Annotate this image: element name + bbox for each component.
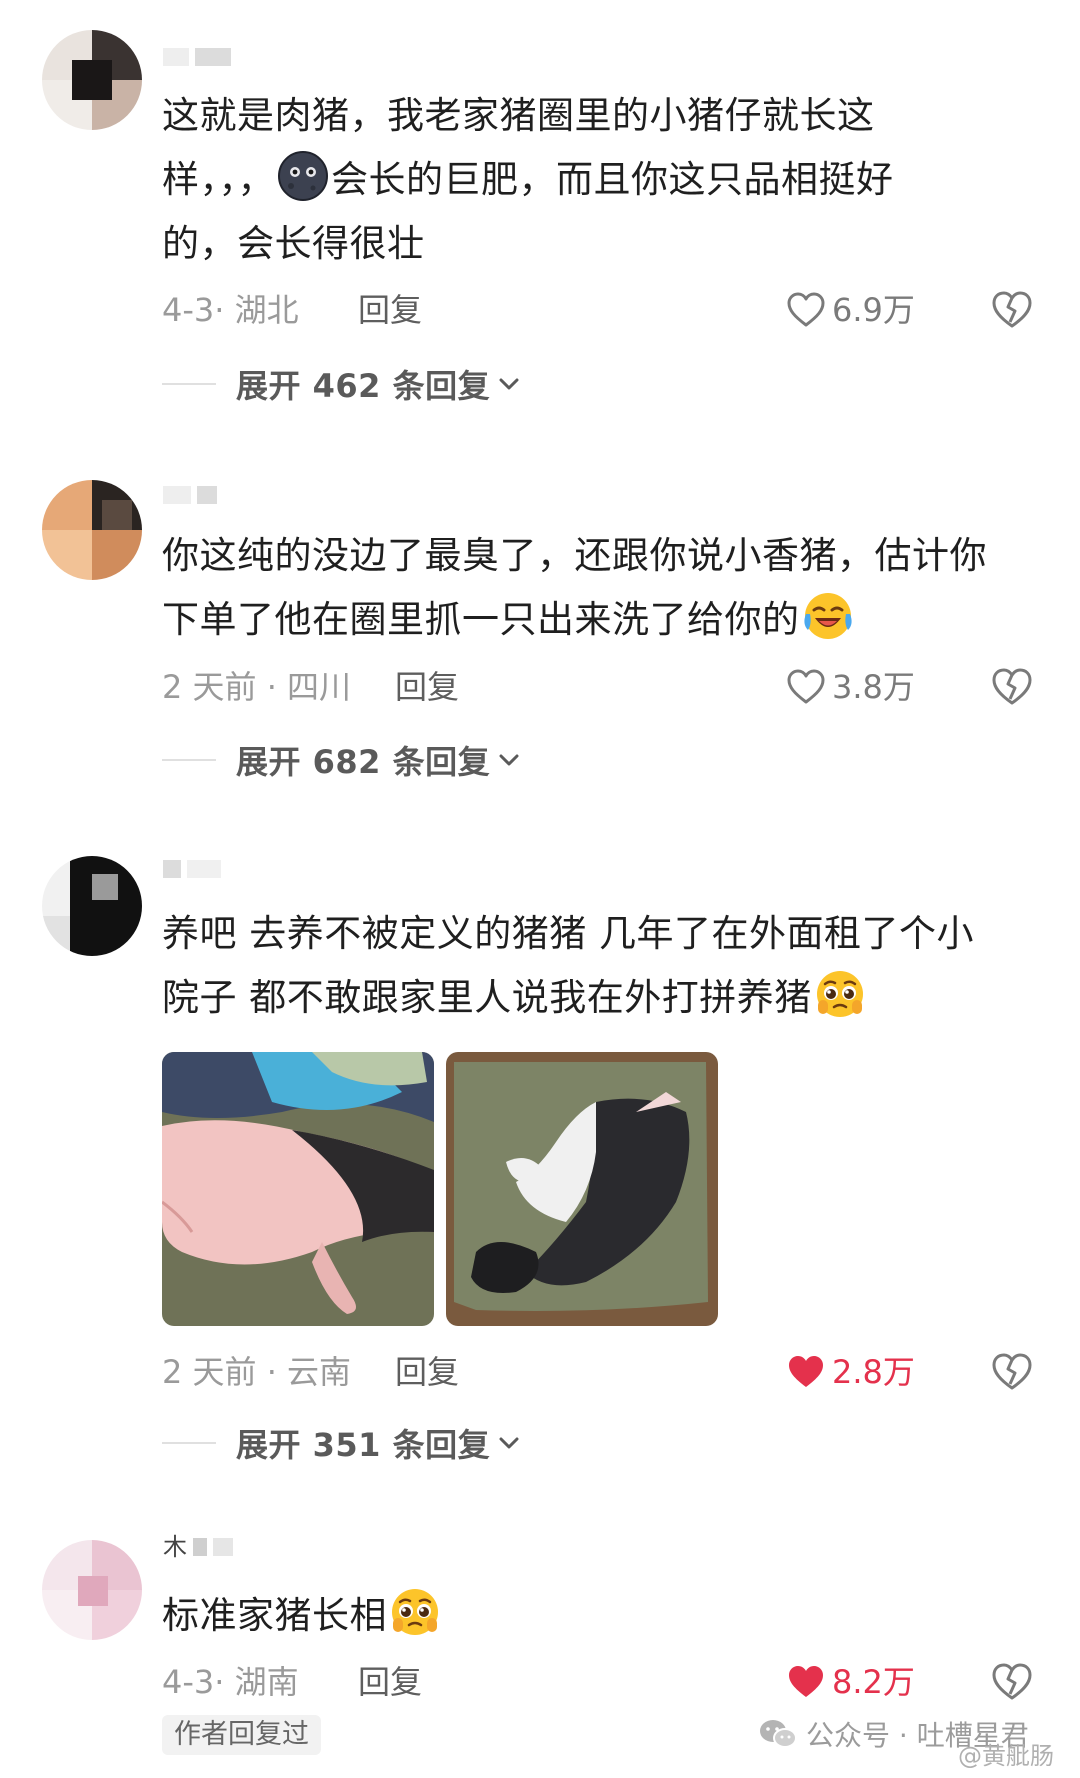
broken-heart-icon[interactable]: [990, 288, 1034, 332]
heart-filled-icon: [789, 1356, 823, 1387]
like-button[interactable]: 3.8万: [786, 665, 915, 709]
pleading-face-icon: [816, 971, 863, 1017]
avatar[interactable]: [42, 856, 142, 956]
broken-heart-icon[interactable]: [990, 1660, 1034, 1704]
avatar[interactable]: [42, 1540, 142, 1640]
reply-button[interactable]: 回复: [358, 1660, 422, 1704]
username[interactable]: 木: [163, 1535, 233, 1559]
reply-button[interactable]: 回复: [358, 288, 422, 332]
comment-text: 这就是肉猪，我老家猪圈里的小猪仔就长这 样，，， 会长的巨肥，而且你这只品相挺好 …: [162, 94, 894, 265]
pink-pig-photo[interactable]: [162, 1052, 434, 1326]
divider-line: [162, 1442, 216, 1444]
comment-time-location: 4-3· 湖北: [162, 291, 299, 329]
expand-replies-button[interactable]: 展开 682 条回复: [162, 738, 522, 782]
comment-time-location: 2 天前 · 云南: [162, 1353, 352, 1391]
broken-heart-icon[interactable]: [990, 1350, 1034, 1394]
like-count: 2.8万: [832, 1353, 915, 1391]
avatar[interactable]: [42, 480, 142, 580]
divider-line: [162, 383, 216, 385]
comment-text: 标准家猪长相: [162, 1584, 1042, 1648]
expand-replies-button[interactable]: 展开 351 条回复: [162, 1421, 522, 1465]
username-redacted[interactable]: [163, 486, 217, 508]
like-button[interactable]: 2.8万: [786, 1350, 915, 1394]
like-button[interactable]: 8.2万: [786, 1660, 915, 1704]
comment-text: 养吧 去养不被定义的猪猪 几年了在外面租了个小 院子 都不敢跟家里人说我在外打拼…: [162, 912, 975, 1019]
chevron-down-icon: [499, 378, 519, 390]
pink-pig-image: [162, 1052, 434, 1326]
avatar[interactable]: [42, 30, 142, 130]
black-white-pig-image: [446, 1052, 718, 1326]
reply-button[interactable]: 回复: [395, 1350, 459, 1394]
chevron-down-icon: [499, 754, 519, 766]
username-redacted[interactable]: [163, 860, 221, 882]
pleading-face-icon: [392, 1589, 438, 1635]
photo-gallery: [162, 1052, 718, 1326]
black-white-pig-photo[interactable]: [446, 1052, 718, 1326]
wechat-icon: [760, 1720, 797, 1748]
username-redacted[interactable]: [163, 48, 231, 70]
like-count: 8.2万: [832, 1663, 915, 1701]
like-count: 6.9万: [832, 291, 915, 329]
comment-time-location: 4-3· 湖南: [162, 1663, 299, 1701]
watermark-handle: @黄舭肠: [958, 1742, 1054, 1770]
comment-text: 你这纯的没边了最臭了，还跟你说小香猪，估计你 下单了他在圈里抓一只出来洗了给你的: [162, 534, 987, 641]
reply-button[interactable]: 回复: [395, 665, 459, 709]
author-replied-badge: 作者回复过: [162, 1715, 321, 1755]
dark-moon-face-icon: [278, 151, 328, 201]
heart-outline-icon: [787, 669, 825, 704]
heart-filled-icon: [789, 1666, 823, 1697]
expand-replies-button[interactable]: 展开 462 条回复: [162, 362, 522, 406]
divider-line: [162, 759, 216, 761]
crying-laughing-face-icon: [803, 593, 852, 639]
broken-heart-icon[interactable]: [990, 665, 1034, 709]
like-button[interactable]: 6.9万: [786, 288, 915, 332]
like-count: 3.8万: [832, 668, 915, 706]
comment-time-location: 2 天前 · 四川: [162, 668, 352, 706]
chevron-down-icon: [499, 1437, 519, 1449]
heart-outline-icon: [787, 292, 825, 327]
